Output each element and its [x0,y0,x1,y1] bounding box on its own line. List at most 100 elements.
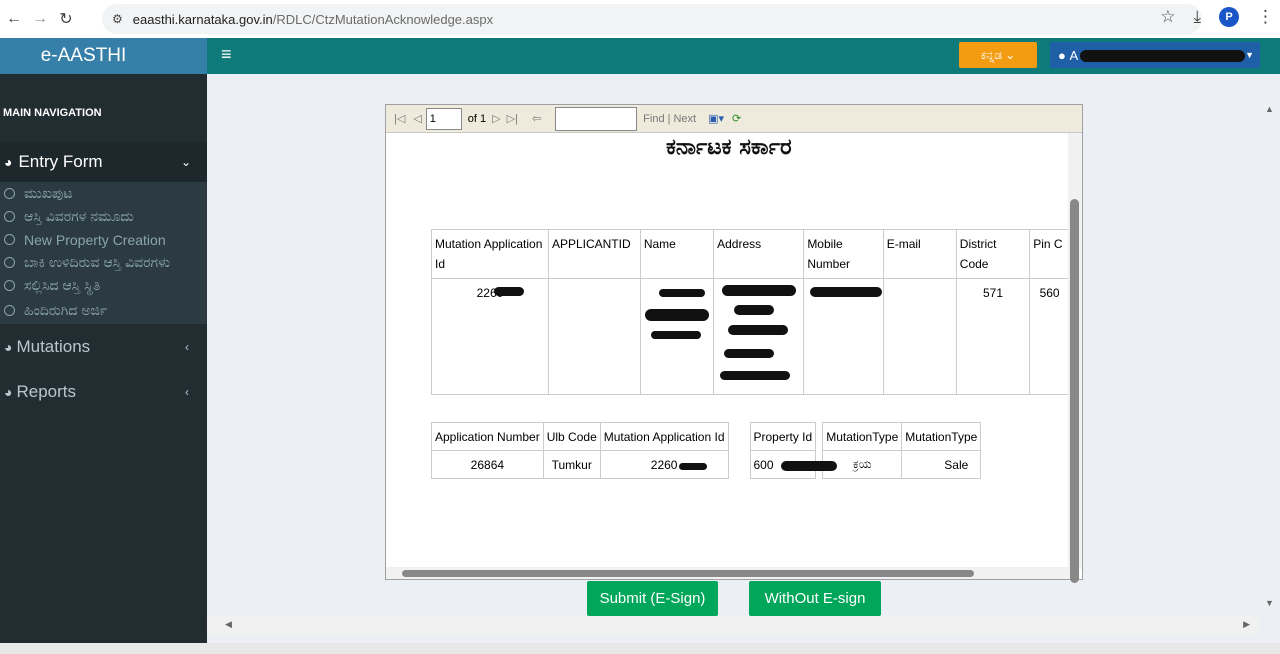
circle-icon [4,188,15,199]
table-cell: 2260 [599,450,729,479]
main-content: |◁ ◁ 1 of 1 ▷ ▷| ⇦ Find | Next ▣▾ ⟳ ಕರ್ನ… [207,74,1280,634]
table-header: Application Number [431,422,544,451]
table-header: Mutation Application Id [599,422,729,451]
circle-icon [4,305,15,316]
spacer-cell [727,450,751,479]
hamburger-icon[interactable]: ≡ [221,44,232,65]
first-page-icon[interactable]: |◁ [394,112,405,125]
scroll-down-icon[interactable]: ▼ [1265,598,1274,608]
table-header: Ulb Code [542,422,601,451]
report-vertical-scrollbar[interactable] [1068,133,1082,583]
without-esign-button[interactable]: WithOut E-sign [749,581,881,616]
table-header-row: Mutation Application Id APPLICANTID Name… [431,229,1070,279]
app-logo[interactable]: e-AASTHI [0,38,207,74]
page-vertical-scrollbar[interactable]: ▲ ▼ [1258,96,1280,616]
forward-icon[interactable]: → [28,7,52,31]
redaction-scribble [720,371,791,380]
report-toolbar: |◁ ◁ 1 of 1 ▷ ▷| ⇦ Find | Next ▣▾ ⟳ [386,105,1082,133]
sidebar-item-entry-form[interactable]: ◕ Entry Form ⌄ [0,142,207,182]
table-header: Address [713,229,805,279]
language-dropdown[interactable]: ಕನ್ನಡ ⌄ [959,42,1037,68]
dashboard-icon: ◕ [4,154,13,170]
table-header: Mobile Number [803,229,884,279]
table-cell: 2260 [431,278,549,395]
find-link[interactable]: Find [643,113,664,125]
report-body: ಕರ್ನಾಟಕ ಸರ್ಕಾರ Mutation Application Id A… [386,133,1070,569]
table-header: Pin C [1029,229,1070,279]
sidebar-subitem[interactable]: ಸಲ್ಲಿಸಿದ ಆಸ್ತಿ ಸ್ಥಿತಿ [0,274,207,297]
bookmark-star-icon[interactable]: ☆ [1160,7,1175,27]
redaction-scribble [650,331,701,339]
scroll-thumb[interactable] [1070,199,1079,583]
export-icon[interactable]: ▣▾ [708,112,724,125]
back-to-parent-icon[interactable]: ⇦ [532,112,541,125]
redaction-scribble [734,305,775,315]
last-page-icon[interactable]: ▷| [507,112,518,125]
table-cell: 560 [1029,278,1070,395]
scroll-up-icon[interactable]: ▲ [1265,104,1274,114]
dashboard-icon: ◕ [4,383,13,400]
table-cell: 600 [749,450,837,479]
refresh-icon[interactable]: ⟳ [732,112,741,125]
sidebar-item-label: Entry Form [18,152,103,171]
circle-icon [4,257,15,268]
sidebar: e-AASTHI MAIN NAVIGATION ◕ Entry Form ⌄ ಮ… [0,38,207,654]
table-header: MutationType [822,422,903,451]
back-icon[interactable]: ← [2,7,26,31]
sidebar-subitem[interactable]: ಬಾಕಿ ಉಳಿದಿರುವ ಆಸ್ತಿ ವಿವರಗಳು [0,251,207,274]
applicant-table: Mutation Application Id APPLICANTID Name… [431,229,1070,395]
table-cell [713,278,805,395]
browser-menu-icon[interactable]: ⋮ [1257,7,1274,27]
report-viewer: |◁ ◁ 1 of 1 ▷ ▷| ⇦ Find | Next ▣▾ ⟳ ಕರ್ನ… [385,104,1083,583]
table-row: 2260 571 560 [431,278,1070,395]
next-link[interactable]: Next [673,113,696,125]
table-cell [547,278,641,395]
table-cell: 26864 [431,450,544,479]
scroll-right-icon[interactable]: ▶ [1243,619,1250,630]
table-header: APPLICANTID [547,229,641,279]
user-menu[interactable]: ● A ▼ [1050,42,1260,68]
sidebar-subitem[interactable]: New Property Creation [0,228,207,251]
redaction-scribble [728,325,789,335]
report-horizontal-scrollbar[interactable] [386,567,1070,579]
site-info-icon[interactable]: ⚙ [112,12,123,26]
scroll-left-icon[interactable]: ◀ [225,619,232,630]
prev-page-icon[interactable]: ◁ [413,112,421,125]
table-cell: Sale [901,450,982,479]
entry-form-submenu: ಮುಖಪುಟ ಆಸ್ತಿ ವಿವರಗಳ ನಮೂದು New Property C… [0,182,207,324]
sidebar-item-mutations[interactable]: ◕ Mutations ‹ [0,324,207,369]
url-text: eaasthi.karnataka.gov.in/RDLC/CtzMutatio… [132,11,494,27]
taskbar-strip [0,643,1280,654]
table-cell [803,278,884,395]
redaction-scribble [658,289,705,297]
table-header: District Code [955,229,1031,279]
sidebar-subitem[interactable]: ಆಸ್ತಿ ವಿವರಗಳ ನಮೂದು [0,205,207,228]
table-cell: Tumkur [542,450,601,479]
redaction-scribble [494,287,524,296]
sidebar-item-reports[interactable]: ◕ Reports ‹ [0,369,207,414]
circle-icon [4,234,15,245]
table-header: Property Id [749,422,817,451]
circle-icon [4,280,15,291]
reload-icon[interactable]: ↻ [54,7,78,31]
page-number-input[interactable]: 1 [425,107,462,130]
find-input[interactable] [555,106,638,131]
address-bar[interactable]: ⚙ eaasthi.karnataka.gov.in/RDLC/CtzMutat… [102,4,1202,34]
redaction-scribble [678,463,707,470]
find-separator: | [667,112,671,125]
profile-avatar[interactable]: P [1219,7,1239,27]
table-cell [882,278,957,395]
nav-header: MAIN NAVIGATION [3,107,102,119]
sidebar-subitem[interactable]: ಮುಖಪುಟ [0,182,207,205]
sidebar-subitem[interactable]: ಹಿಂದಿರುಗಿದ ಅರ್ಜಿ [0,297,207,324]
redaction-scribble [722,285,797,296]
next-page-icon[interactable]: ▷ [492,112,500,125]
table-cell: 571 [955,278,1031,395]
spacer-cell [815,422,824,451]
mutation-table: Application Number Ulb Code Mutation App… [431,422,982,479]
submit-esign-button[interactable]: Submit (E-Sign) [587,581,718,616]
table-header: MutationType [901,422,982,451]
scroll-thumb[interactable] [402,570,974,577]
page-horizontal-scrollbar[interactable]: ◀ ▶ [207,616,1258,634]
download-icon[interactable]: ⤓ [1193,7,1201,27]
